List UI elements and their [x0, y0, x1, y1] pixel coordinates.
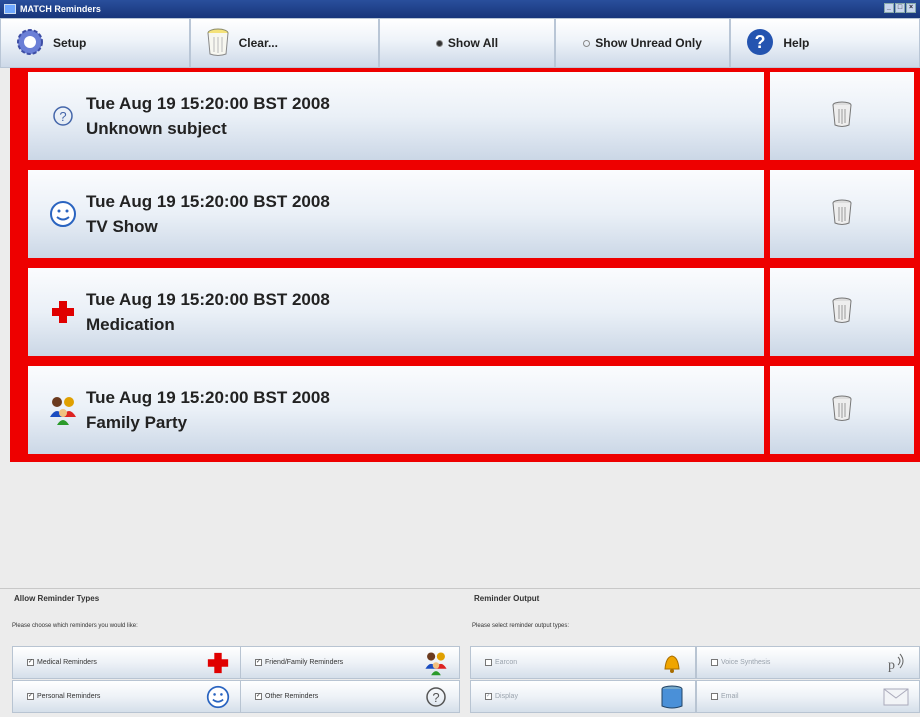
window-controls: _ □ ×	[884, 3, 916, 13]
radio-unselected-icon	[583, 39, 591, 47]
smiley-icon	[46, 197, 80, 231]
bin-icon	[205, 27, 231, 60]
reminder-datetime: Tue Aug 19 15:20:00 BST 2008	[86, 192, 330, 211]
reminder-datetime: Tue Aug 19 15:20:00 BST 2008	[86, 290, 330, 309]
checkbox-unchecked-icon	[485, 659, 492, 666]
svg-text:p: p	[888, 658, 895, 673]
checkbox-checked-icon: ✓	[27, 693, 34, 700]
email-checkbox[interactable]: Email	[696, 680, 920, 713]
earcon-checkbox[interactable]: Earcon	[470, 646, 696, 679]
checkbox-unchecked-icon	[711, 659, 718, 666]
envelope-icon	[883, 684, 909, 710]
delete-reminder-button[interactable]	[770, 366, 914, 454]
friend-family-reminders-checkbox[interactable]: ✓ Friend/Family Reminders	[240, 646, 460, 679]
minimize-button[interactable]: _	[884, 3, 894, 13]
display-icon	[659, 684, 685, 710]
display-checkbox[interactable]: ✓ Display	[470, 680, 696, 713]
svg-text:?: ?	[755, 32, 766, 52]
reminder-output-title: Reminder Output	[474, 594, 540, 603]
gear-icon	[15, 27, 45, 60]
delete-reminder-button[interactable]	[770, 170, 914, 258]
show-unread-radio[interactable]: Show Unread Only	[554, 18, 731, 68]
reminder-datetime: Tue Aug 19 15:20:00 BST 2008	[86, 94, 330, 113]
window-title: MATCH Reminders	[20, 4, 101, 14]
show-all-radio[interactable]: Show All	[379, 18, 555, 68]
personal-reminders-checkbox[interactable]: ✓ Personal Reminders	[12, 680, 242, 713]
checkbox-checked-icon: ✓	[27, 659, 34, 666]
setup-button[interactable]: Setup	[0, 18, 190, 68]
close-button[interactable]: ×	[906, 3, 916, 13]
voice-icon: p	[883, 650, 909, 676]
reminder-subject: TV Show	[86, 217, 158, 236]
bell-icon	[659, 650, 685, 676]
allow-types-panel: Allow Reminder Types Please choose which…	[0, 588, 460, 717]
reminder-row[interactable]: Tue Aug 19 15:20:00 BST 2008 Family Part…	[28, 366, 920, 454]
checkbox-checked-icon: ✓	[255, 693, 262, 700]
maximize-button[interactable]: □	[895, 3, 905, 13]
title-bar: MATCH Reminders _ □ ×	[0, 0, 920, 18]
allow-types-title: Allow Reminder Types	[14, 594, 100, 603]
show-all-label: Show All	[447, 36, 499, 50]
delete-reminder-button[interactable]	[770, 72, 914, 160]
reminder-datetime: Tue Aug 19 15:20:00 BST 2008	[86, 388, 330, 407]
show-unread-label: Show Unread Only	[595, 36, 702, 50]
other-reminders-checkbox[interactable]: ✓ Other Reminders ?	[240, 680, 460, 713]
red-cross-icon	[205, 650, 231, 676]
reminder-output-description: Please select reminder output types:	[472, 623, 570, 629]
red-cross-icon	[46, 295, 80, 329]
clear-button[interactable]: Clear...	[189, 18, 380, 68]
reminder-list: ? Tue Aug 19 15:20:00 BST 2008 Unknown s…	[10, 68, 920, 462]
smiley-icon	[205, 684, 231, 710]
reminder-item[interactable]: Tue Aug 19 15:20:00 BST 2008 Medication	[28, 268, 764, 356]
reminder-output-panel: Reminder Output Please select reminder o…	[460, 588, 920, 717]
voice-synthesis-checkbox[interactable]: Voice Synthesis p	[696, 646, 920, 679]
svg-text:?: ?	[59, 109, 66, 124]
delete-reminder-button[interactable]	[770, 268, 914, 356]
checkbox-checked-icon: ✓	[485, 693, 492, 700]
app-icon	[4, 4, 16, 14]
trash-icon	[830, 394, 854, 427]
checkbox-checked-icon: ✓	[255, 659, 262, 666]
reminder-item[interactable]: Tue Aug 19 15:20:00 BST 2008 Family Part…	[28, 366, 764, 454]
trash-icon	[830, 296, 854, 329]
setup-label: Setup	[53, 36, 87, 50]
reminder-item[interactable]: ? Tue Aug 19 15:20:00 BST 2008 Unknown s…	[28, 72, 764, 160]
reminder-subject: Medication	[86, 315, 175, 334]
option-label: Email	[721, 693, 739, 700]
option-label: Display	[495, 693, 518, 700]
help-label: Help	[783, 36, 810, 50]
option-label: Friend/Family Reminders	[265, 659, 344, 666]
option-label: Personal Reminders	[37, 693, 101, 700]
help-icon: ?	[745, 27, 775, 60]
option-label: Other Reminders	[265, 693, 319, 700]
option-label: Medical Reminders	[37, 659, 97, 666]
reminder-subject: Unknown subject	[86, 119, 227, 138]
checkbox-unchecked-icon	[711, 693, 718, 700]
option-label: Voice Synthesis	[721, 659, 771, 666]
family-icon	[423, 650, 449, 676]
reminder-row[interactable]: ? Tue Aug 19 15:20:00 BST 2008 Unknown s…	[28, 72, 920, 160]
clear-label: Clear...	[238, 36, 278, 50]
trash-icon	[830, 100, 854, 133]
svg-text:?: ?	[432, 690, 439, 705]
reminder-row[interactable]: Tue Aug 19 15:20:00 BST 2008 Medication	[28, 268, 920, 356]
question-icon: ?	[46, 99, 80, 133]
settings-area: Allow Reminder Types Please choose which…	[0, 588, 920, 717]
help-button[interactable]: ? Help	[730, 18, 920, 68]
toolbar: Setup Clear... Show All Show Unread Only…	[0, 18, 920, 68]
reminder-subject: Family Party	[86, 413, 188, 432]
radio-selected-icon	[435, 39, 443, 47]
family-icon	[46, 393, 80, 427]
option-label: Earcon	[495, 659, 518, 666]
reminder-row[interactable]: Tue Aug 19 15:20:00 BST 2008 TV Show	[28, 170, 920, 258]
reminder-item[interactable]: Tue Aug 19 15:20:00 BST 2008 TV Show	[28, 170, 764, 258]
allow-types-description: Please choose which reminders you would …	[12, 623, 138, 629]
question-icon: ?	[423, 684, 449, 710]
medical-reminders-checkbox[interactable]: ✓ Medical Reminders	[12, 646, 242, 679]
trash-icon	[830, 198, 854, 231]
